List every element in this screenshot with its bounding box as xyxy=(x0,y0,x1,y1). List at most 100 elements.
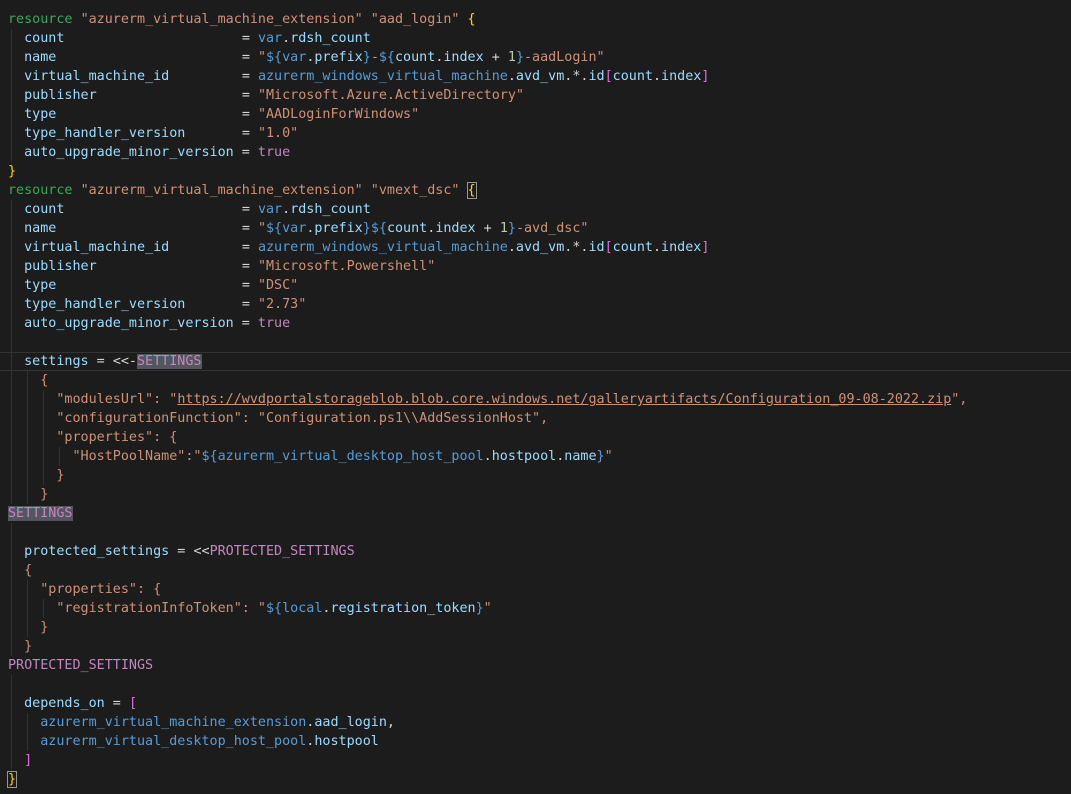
code-line[interactable]: type_handler_version = "2.73" xyxy=(0,295,1071,314)
code-token xyxy=(56,221,241,236)
code-token xyxy=(8,715,40,730)
code-line[interactable]: count = var.rdsh_count xyxy=(0,200,1071,219)
code-token: count xyxy=(395,50,435,65)
code-line[interactable]: auto_upgrade_minor_version = true xyxy=(0,314,1071,333)
code-line[interactable]: depends_on = [ xyxy=(0,694,1071,713)
code-token xyxy=(8,620,40,635)
code-token xyxy=(97,259,242,274)
code-token: [ xyxy=(129,696,137,711)
code-line[interactable]: name = "${var.prefix}${count.index + 1}-… xyxy=(0,219,1071,238)
indent-guide xyxy=(27,371,28,390)
code-line[interactable] xyxy=(0,675,1071,694)
code-line[interactable]: protected_settings = <<PROTECTED_SETTING… xyxy=(0,542,1071,561)
code-token: . xyxy=(653,69,661,84)
code-text: type = "DSC" xyxy=(0,276,1071,295)
code-token xyxy=(56,50,241,65)
code-line[interactable]: { xyxy=(0,561,1071,580)
code-token: "1.0" xyxy=(258,126,298,141)
code-token xyxy=(8,468,56,483)
code-line[interactable] xyxy=(0,333,1071,352)
code-token: = xyxy=(242,240,258,255)
code-line[interactable]: "HostPoolName":"${azurerm_virtual_deskto… xyxy=(0,447,1071,466)
code-text: type_handler_version = "2.73" xyxy=(0,295,1071,314)
code-token xyxy=(169,69,242,84)
code-line[interactable]: } xyxy=(0,637,1071,656)
code-text: resource "azurerm_virtual_machine_extens… xyxy=(0,10,1071,29)
code-token: "azurerm_virtual_machine_extension" xyxy=(81,12,363,27)
code-line[interactable]: SETTINGS xyxy=(0,504,1071,523)
code-token xyxy=(8,734,40,749)
code-token: SETTINGS xyxy=(8,506,73,521)
code-line-current[interactable]: settings = <<-SETTINGS xyxy=(0,352,1071,371)
code-line[interactable]: azurerm_virtual_machine_extension.aad_lo… xyxy=(0,713,1071,732)
code-line[interactable]: type = "AADLoginForWindows" xyxy=(0,105,1071,124)
code-token: } xyxy=(56,468,64,483)
code-line[interactable]: auto_upgrade_minor_version = true xyxy=(0,143,1071,162)
code-token: type xyxy=(24,278,56,293)
code-line[interactable]: virtual_machine_id = azurerm_windows_vir… xyxy=(0,238,1071,257)
code-line[interactable]: ] xyxy=(0,751,1071,770)
code-token: ${ xyxy=(266,221,282,236)
code-token: = xyxy=(242,316,258,331)
code-token: count xyxy=(613,69,653,84)
indent-guide xyxy=(27,580,28,599)
code-token: protected_settings xyxy=(24,544,169,559)
code-token xyxy=(8,392,56,407)
code-line[interactable]: } xyxy=(0,485,1071,504)
code-line[interactable]: resource "azurerm_virtual_machine_extens… xyxy=(0,10,1071,29)
code-line[interactable]: virtual_machine_id = azurerm_windows_vir… xyxy=(0,67,1071,86)
indent-guide xyxy=(11,48,12,67)
code-token: [ xyxy=(605,240,613,255)
code-line[interactable]: type_handler_version = "1.0" xyxy=(0,124,1071,143)
code-line[interactable]: azurerm_virtual_desktop_host_pool.hostpo… xyxy=(0,732,1071,751)
code-token: hostpool xyxy=(314,734,379,749)
code-line[interactable]: { xyxy=(0,371,1071,390)
code-line[interactable]: } xyxy=(0,466,1071,485)
code-line[interactable]: publisher = "Microsoft.Azure.ActiveDirec… xyxy=(0,86,1071,105)
indent-guide xyxy=(11,390,12,409)
indent-guide xyxy=(11,409,12,428)
code-line[interactable]: } xyxy=(0,162,1071,181)
code-token: ${ xyxy=(371,221,387,236)
code-line[interactable]: publisher = "Microsoft.Powershell" xyxy=(0,257,1071,276)
code-token: var xyxy=(258,31,282,46)
code-token xyxy=(8,373,40,388)
code-text: } xyxy=(0,162,1071,181)
code-line[interactable]: "registrationInfoToken": "${local.regist… xyxy=(0,599,1071,618)
code-token: SETTINGS xyxy=(137,354,202,369)
code-line[interactable]: "properties": { xyxy=(0,580,1071,599)
code-token: "properties": { xyxy=(40,582,161,597)
code-line[interactable]: type = "DSC" xyxy=(0,276,1071,295)
code-line[interactable] xyxy=(0,523,1071,542)
code-line[interactable]: "configurationFunction": "Configuration.… xyxy=(0,409,1071,428)
code-line[interactable]: "properties": { xyxy=(0,428,1071,447)
code-token: name xyxy=(24,221,56,236)
code-text: "registrationInfoToken": "${local.regist… xyxy=(0,599,1071,618)
code-token: resource xyxy=(8,12,73,27)
code-text: } xyxy=(0,466,1071,485)
code-token: "vmext_dsc" xyxy=(371,183,460,198)
code-line[interactable]: count = var.rdsh_count xyxy=(0,29,1071,48)
code-line[interactable]: name = "${var.prefix}-${count.index + 1}… xyxy=(0,48,1071,67)
code-text: protected_settings = <<PROTECTED_SETTING… xyxy=(0,542,1071,561)
code-line[interactable]: resource "azurerm_virtual_machine_extens… xyxy=(0,181,1071,200)
code-token: = xyxy=(242,202,258,217)
code-editor[interactable]: resource "azurerm_virtual_machine_extens… xyxy=(0,0,1071,794)
code-line[interactable]: } xyxy=(0,770,1071,789)
indent-guide xyxy=(11,542,12,561)
code-token: { xyxy=(24,563,32,578)
code-token: "DSC" xyxy=(258,278,298,293)
code-line[interactable]: } xyxy=(0,618,1071,637)
code-token: = xyxy=(242,259,258,274)
code-line[interactable]: "modulesUrl": "https://wvdportalstorageb… xyxy=(0,390,1071,409)
code-token xyxy=(8,411,56,426)
code-token: { xyxy=(40,373,48,388)
code-text: virtual_machine_id = azurerm_windows_vir… xyxy=(0,67,1071,86)
indent-guide xyxy=(27,428,28,447)
code-line[interactable]: PROTECTED_SETTINGS xyxy=(0,656,1071,675)
indent-guide xyxy=(11,561,12,580)
code-text: "properties": { xyxy=(0,428,1071,447)
code-token: var xyxy=(282,221,306,236)
code-token: PROTECTED_SETTINGS xyxy=(210,544,355,559)
code-token: publisher xyxy=(24,88,97,103)
